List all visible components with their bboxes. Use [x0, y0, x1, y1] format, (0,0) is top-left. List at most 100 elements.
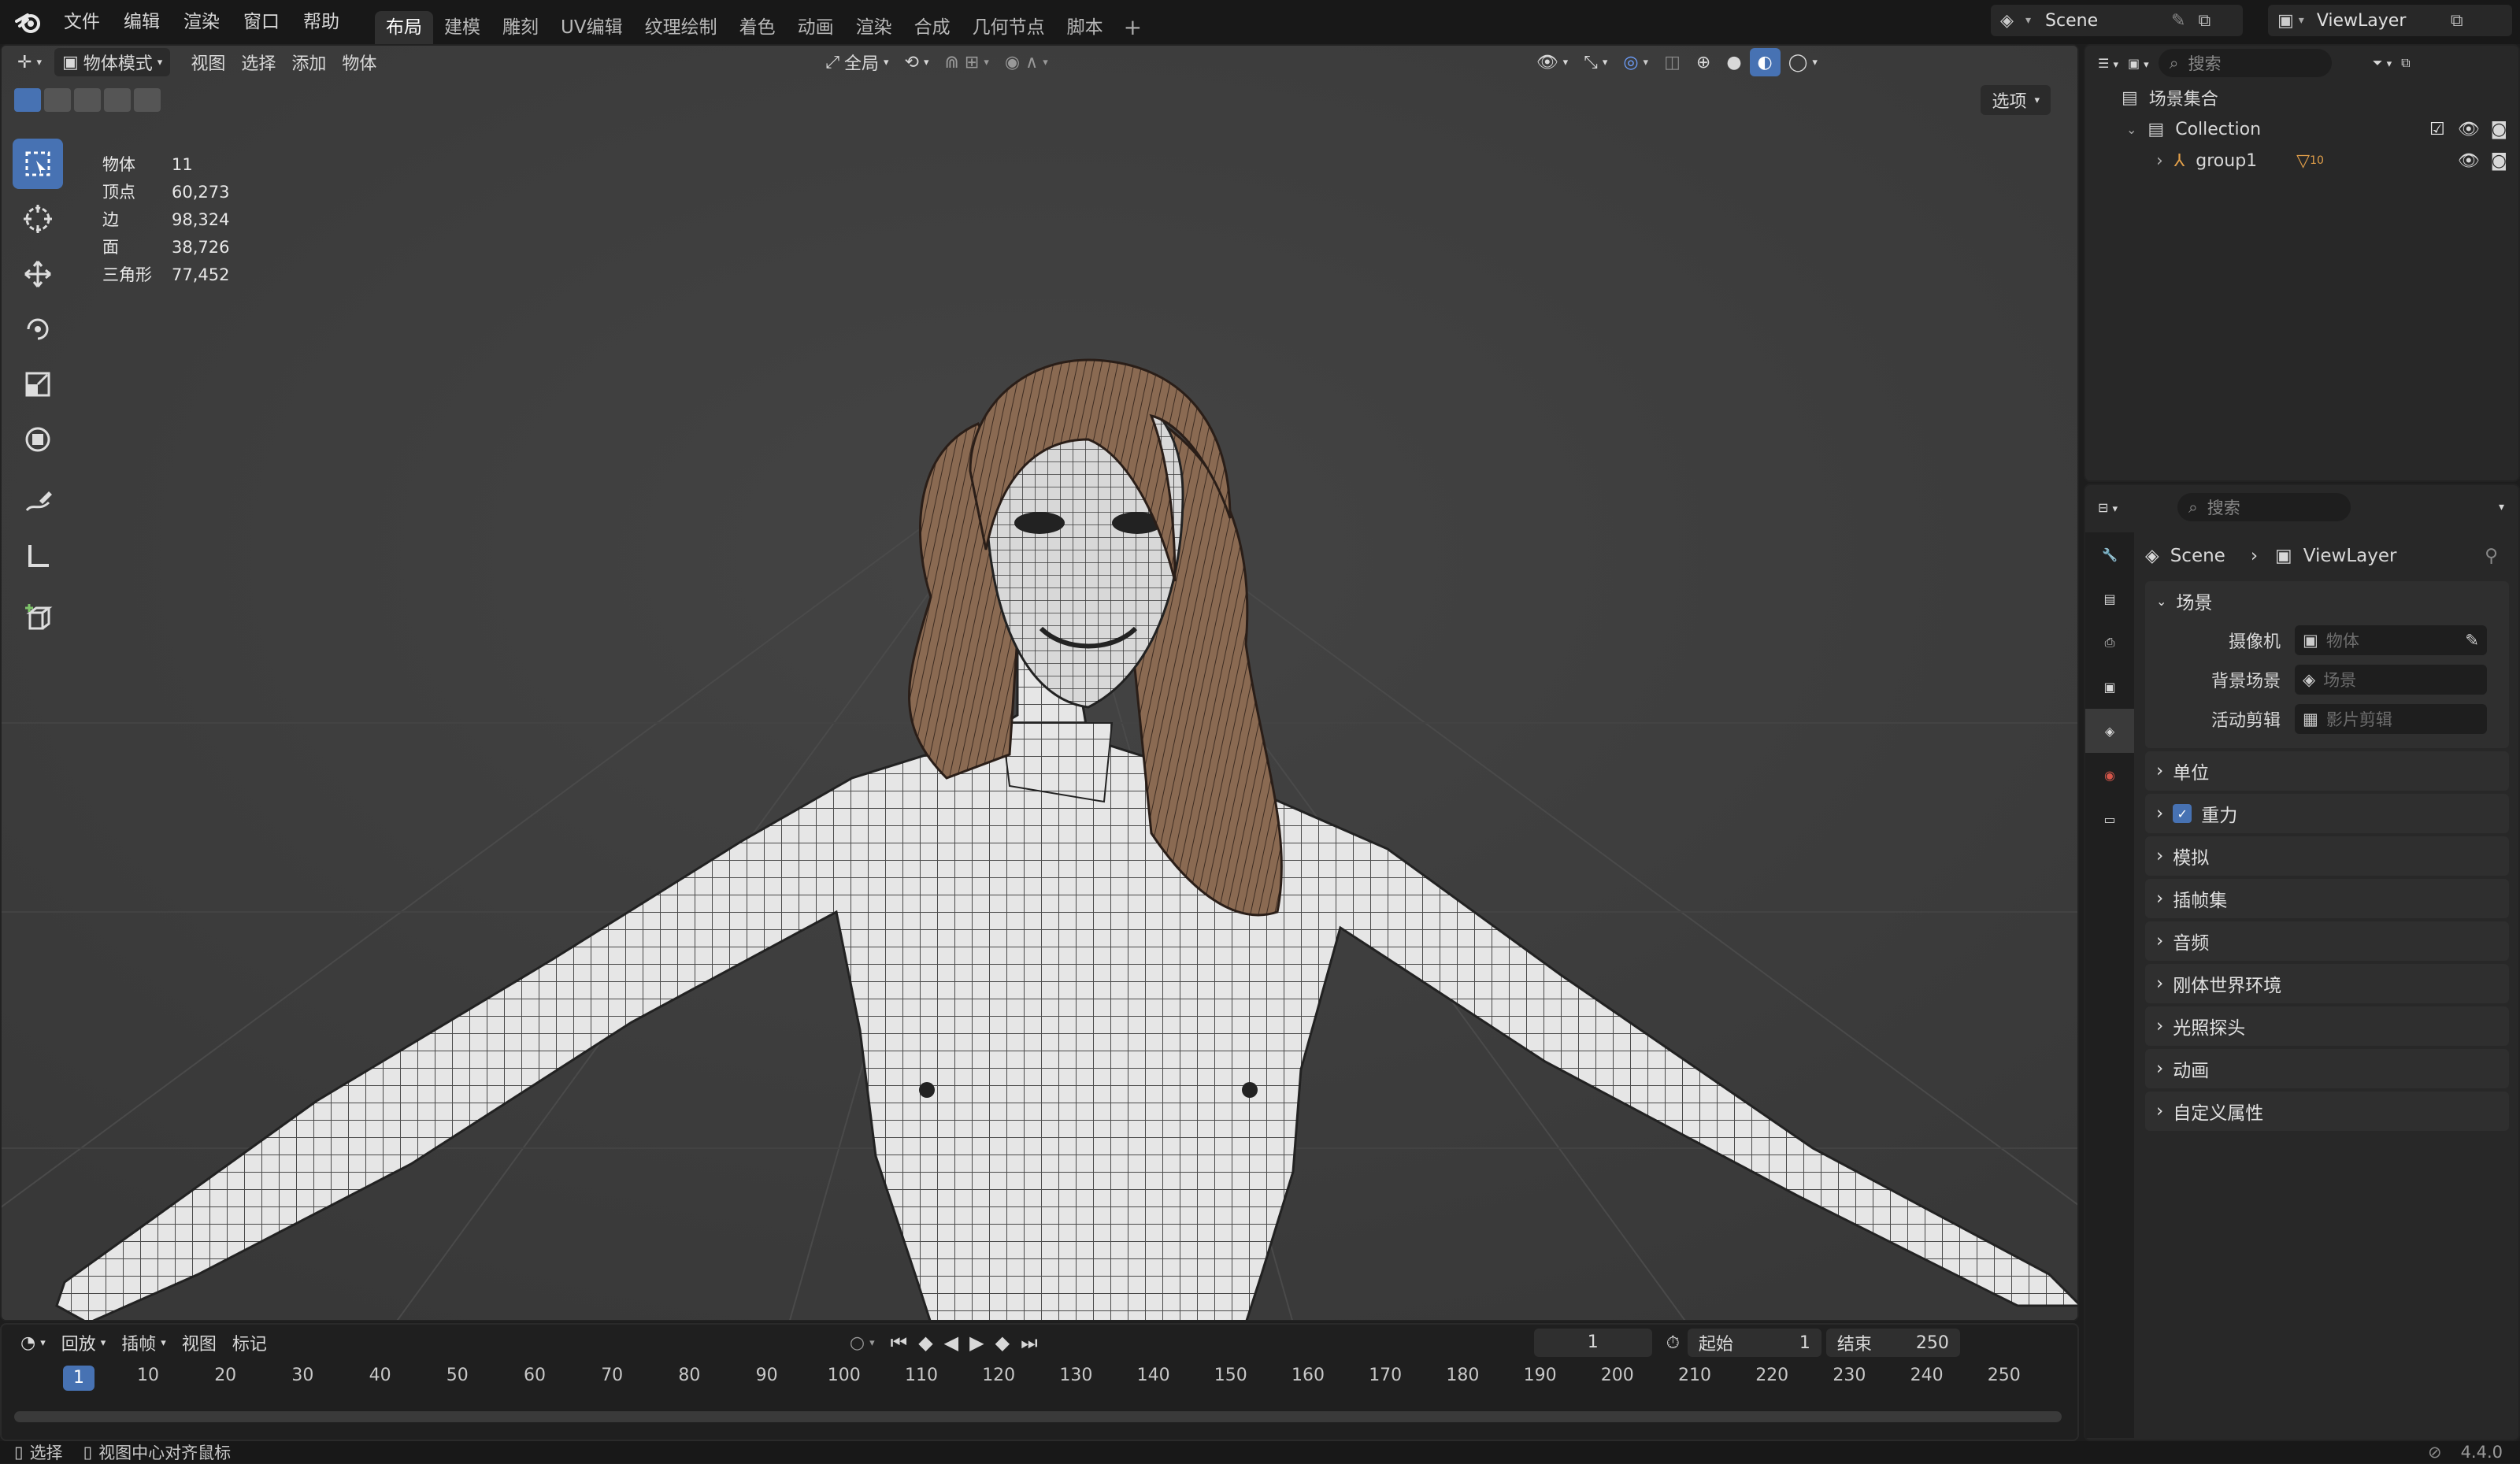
xray-icon[interactable]: ◫ [1656, 48, 1688, 76]
new-viewlayer-icon[interactable]: ⧉ [2451, 11, 2463, 31]
properties-editor[interactable]: ⊟ ▾ ⌕ 搜索 ▾ 🔧 ▤ ⎙ ▣ ◈ ◉ ▭ ◈ Scene › ▣ Vie… [2084, 484, 2520, 1441]
measure-icon[interactable] [13, 531, 63, 581]
scene-selector[interactable]: ◈ ▾ Scene ✎ ⧉ [1991, 5, 2243, 36]
wireframe-shading-icon[interactable]: ⊕ [1688, 48, 1718, 76]
panel-rigid-body-world[interactable]: › 刚体世界环境 [2145, 964, 2509, 1003]
chevron-right-icon[interactable]: › [2156, 151, 2163, 171]
blender-logo-icon[interactable] [11, 5, 46, 39]
menu-add[interactable]: 添加 [284, 48, 334, 76]
add-workspace-button[interactable]: + [1114, 11, 1151, 44]
render-tab-icon[interactable]: ▤ [2085, 576, 2134, 621]
tab-scripting[interactable]: 脚本 [1056, 11, 1114, 44]
scene-tab-icon[interactable]: ◈ [2085, 709, 2134, 753]
rotate-icon[interactable] [13, 304, 63, 354]
menu-marker[interactable]: 标记 [224, 1329, 275, 1357]
auto-key-icon[interactable]: ○ ▾ [842, 1329, 883, 1357]
camera-icon[interactable]: ◙ [2491, 151, 2507, 171]
eyedropper-icon[interactable]: ✎ [2465, 631, 2479, 650]
jump-end-icon[interactable]: ⏭ [1021, 1332, 1038, 1354]
timeline-editor[interactable]: ◔ ▾ 回放 ▾ 插帧 ▾ 视图 标记 ○ ▾ ⏮ ◆ ◀ ▶ ◆ ⏭ 1 ⏱ 起始… [0, 1323, 2079, 1441]
3d-viewport[interactable]: ✛ ▾ ▣ 物体模式 ▾ 视图 选择 添加 物体 ⤢ 全局 ▾ ⟲ ▾ ⋒ ⊞ ▾… [0, 44, 2079, 1321]
panel-animation[interactable]: › 动画 [2145, 1049, 2509, 1088]
collection-tab-icon[interactable]: ▭ [2085, 797, 2134, 841]
material-shading-icon[interactable]: ◐ [1749, 48, 1781, 76]
viewlayer-selector[interactable]: ▣ ▾ ViewLayer ⧉ [2268, 5, 2512, 36]
chevron-down-icon[interactable]: ⌄ [2126, 122, 2136, 137]
gravity-checkbox[interactable]: ✓ [2173, 804, 2192, 823]
menu-edit[interactable]: 编辑 [112, 5, 172, 39]
menu-object[interactable]: 物体 [334, 48, 384, 76]
eye-icon[interactable]: 👁 [2458, 151, 2480, 171]
visibility-icon[interactable]: 👁 ▾ [1529, 48, 1576, 76]
current-frame-field[interactable]: 1 [1533, 1329, 1652, 1357]
tab-uv-editing[interactable]: UV编辑 [550, 11, 634, 44]
start-frame-field[interactable]: 起始 1 [1687, 1329, 1821, 1357]
panel-simulation[interactable]: › 模拟 [2145, 836, 2509, 876]
panel-custom-properties[interactable]: › 自定义属性 [2145, 1092, 2509, 1131]
scale-icon[interactable] [13, 359, 63, 410]
rendered-shading-icon[interactable]: ◯ ▾ [1781, 48, 1825, 76]
menu-view[interactable]: 视图 [183, 48, 233, 76]
transform-icon[interactable] [13, 414, 63, 465]
tool-tab-icon[interactable]: 🔧 [2085, 532, 2134, 576]
tab-layout[interactable]: 布局 [375, 11, 433, 44]
cursor-icon[interactable] [13, 194, 63, 244]
tab-compositing[interactable]: 合成 [903, 11, 962, 44]
outliner-search-input[interactable]: ⌕ 搜索 [2158, 49, 2332, 77]
tab-animation[interactable]: 动画 [787, 11, 845, 44]
pin-icon[interactable]: ⚲ [2485, 546, 2498, 566]
tab-sculpting[interactable]: 雕刻 [491, 11, 550, 44]
camera-icon[interactable]: ◙ [2491, 120, 2507, 139]
current-frame-indicator[interactable]: 1 [63, 1366, 94, 1391]
select-subtract-icon[interactable] [74, 88, 101, 112]
menu-playback[interactable]: 回放 ▾ [54, 1329, 114, 1357]
properties-type-icon[interactable]: ⊟ ▾ [2098, 500, 2118, 515]
panel-units[interactable]: › 单位 [2145, 751, 2509, 791]
camera-field[interactable]: ▣ 物体 ✎ [2295, 625, 2487, 655]
tab-rendering[interactable]: 渲染 [845, 11, 903, 44]
jump-start-icon[interactable]: ⏮ [891, 1332, 908, 1354]
new-collection-icon[interactable]: ⧉ [2401, 55, 2410, 71]
eye-icon[interactable]: 👁 [2458, 120, 2480, 139]
play-reverse-icon[interactable]: ◀ [944, 1332, 958, 1354]
next-keyframe-icon[interactable]: ◆ [995, 1332, 1010, 1354]
panel-audio[interactable]: › 音频 [2145, 921, 2509, 961]
menu-select[interactable]: 选择 [233, 48, 284, 76]
select-invert-icon[interactable] [104, 88, 131, 112]
view-layer-tab-icon[interactable]: ▣ [2085, 665, 2134, 709]
mode-selector[interactable]: ▣ 物体模式 ▾ [54, 48, 171, 76]
panel-light-probes[interactable]: › 光照探头 [2145, 1006, 2509, 1046]
background-scene-field[interactable]: ◈ 场景 [2295, 665, 2487, 695]
stopwatch-icon[interactable]: ⏱ [1666, 1333, 1680, 1353]
prev-keyframe-icon[interactable]: ◆ [918, 1332, 932, 1354]
menu-file[interactable]: 文件 [52, 5, 112, 39]
display-mode-icon[interactable]: ▣ ▾ [2128, 56, 2149, 71]
overlay-icon[interactable]: ◎ ▾ [1615, 48, 1656, 76]
gizmo-icon[interactable]: ⤡ ▾ [1576, 48, 1615, 76]
world-tab-icon[interactable]: ◉ [2085, 753, 2134, 797]
checkbox-icon[interactable]: ☑ [2429, 120, 2445, 139]
tab-texture-paint[interactable]: 纹理绘制 [634, 11, 728, 44]
viewport-canvas[interactable] [2, 46, 2079, 1321]
select-box-icon[interactable] [13, 139, 63, 189]
select-new-icon[interactable] [14, 88, 41, 112]
select-intersect-icon[interactable] [134, 88, 161, 112]
menu-window[interactable]: 窗口 [232, 5, 291, 39]
proportional-edit-icon[interactable]: ◉ ∧ ▾ [997, 48, 1056, 76]
tab-modeling[interactable]: 建模 [433, 11, 491, 44]
timeline-scrollbar[interactable] [14, 1411, 2062, 1422]
tab-geometry-nodes[interactable]: 几何节点 [962, 11, 1056, 44]
outliner-row-scene-collection[interactable]: ▤ 场景集合 [2085, 82, 2518, 113]
filter-icon[interactable]: ⏷ ▾ [2373, 55, 2392, 71]
editor-type-button[interactable]: ✛ ▾ [9, 48, 50, 76]
frame-ruler[interactable]: 10 20 30 40 50 60 70 80 90 100 110 120 130 140 150 160 1… [2, 1366, 2077, 1394]
panel-gravity[interactable]: › ✓ 重力 [2145, 794, 2509, 833]
outliner[interactable]: ☰ ▾ ▣ ▾ ⌕ 搜索 ⏷ ▾ ⧉ ▤ 场景集合 ⌄ ▤ Collection… [2084, 44, 2520, 482]
outliner-row-group1[interactable]: › ⅄ group1 ▽ 10 👁 ◙ [2085, 145, 2518, 176]
outliner-row-collection[interactable]: ⌄ ▤ Collection ☑ 👁 ◙ [2085, 113, 2518, 145]
move-icon[interactable] [13, 249, 63, 299]
timeline-editor-type-icon[interactable]: ◔ ▾ [13, 1329, 54, 1357]
new-scene-icon[interactable]: ⧉ [2198, 11, 2211, 31]
menu-help[interactable]: 帮助 [291, 5, 351, 39]
outliner-type-icon[interactable]: ☰ ▾ [2098, 56, 2118, 71]
